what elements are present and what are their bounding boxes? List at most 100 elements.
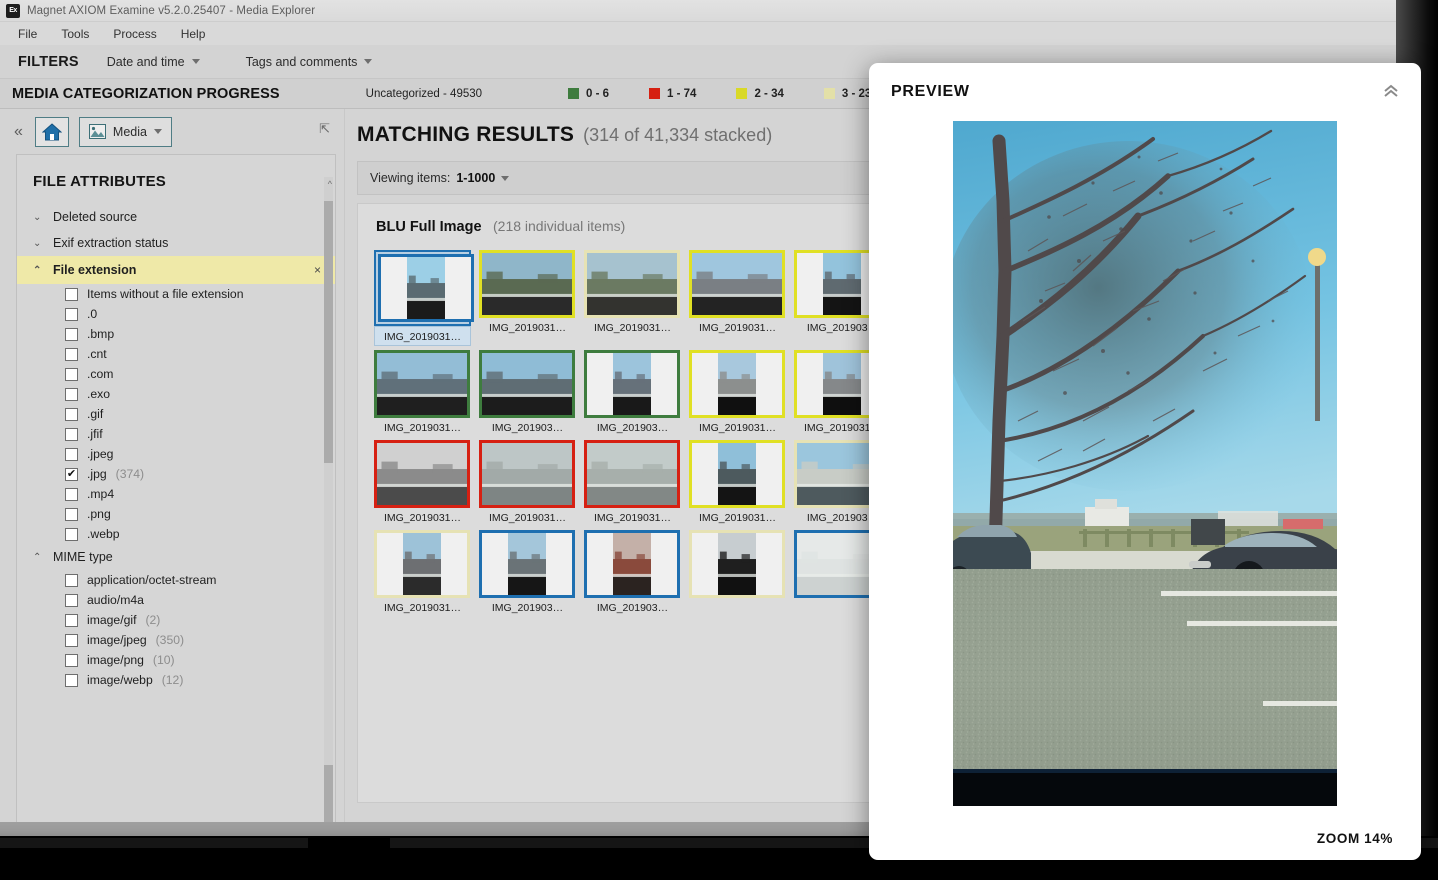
thumbnail-cell[interactable]: IMG_201903… xyxy=(471,526,576,616)
thumbnail-cell[interactable]: IMG_2019031… xyxy=(471,436,576,526)
checkbox[interactable] xyxy=(65,428,78,441)
filter-group-label: Deleted source xyxy=(53,210,137,224)
thumbnail-image[interactable] xyxy=(689,350,785,418)
filter-group-deleted-source[interactable]: ⌄Deleted source xyxy=(17,204,335,230)
thumbnail-cell[interactable]: IMG_2019031… xyxy=(681,246,786,346)
checkbox-checked[interactable] xyxy=(65,468,78,481)
filter-option-label: .com xyxy=(87,367,113,381)
thumbnail-cell[interactable]: IMG_2019031… xyxy=(366,526,471,616)
thumbnail-image[interactable] xyxy=(584,440,680,508)
legend-category-0[interactable]: 0 - 6 xyxy=(568,88,609,100)
thumbnail-cell[interactable]: IMG_201903… xyxy=(471,346,576,436)
filter-option-row[interactable]: .com xyxy=(17,364,335,384)
chevron-down-icon[interactable] xyxy=(501,176,509,181)
thumbnail-cell[interactable]: IMG_2019031… xyxy=(366,346,471,436)
filter-option-row[interactable]: .mp4 xyxy=(17,484,335,504)
filter-option-row[interactable]: Items without a file extension xyxy=(17,284,335,304)
thumbnail-cell[interactable]: IMG_201903… xyxy=(576,526,681,616)
thumbnail-image[interactable] xyxy=(584,250,680,318)
filter-group-mime-type[interactable]: ⌃MIME type xyxy=(17,544,335,570)
filter-option-row[interactable]: .jfif xyxy=(17,424,335,444)
thumbnail-image[interactable] xyxy=(479,440,575,508)
menu-item-tools[interactable]: Tools xyxy=(51,24,99,44)
checkbox[interactable] xyxy=(65,634,78,647)
filter-option-row[interactable]: .webp xyxy=(17,524,335,544)
filter-tags-and-comments-dropdown[interactable]: Tags and comments xyxy=(246,55,373,69)
thumbnail-image[interactable] xyxy=(374,440,470,508)
filter-option-row[interactable]: .jpg(374) xyxy=(17,464,335,484)
clear-filter-icon[interactable]: × xyxy=(314,263,321,277)
preview-title: PREVIEW xyxy=(891,83,970,101)
menu-item-help[interactable]: Help xyxy=(171,24,216,44)
filter-option-row[interactable]: image/gif(2) xyxy=(17,610,335,630)
thumbnail-cell[interactable]: IMG_2019031… xyxy=(681,346,786,436)
filter-option-row[interactable]: .jpeg xyxy=(17,444,335,464)
filter-option-row[interactable]: image/jpeg(350) xyxy=(17,630,335,650)
thumbnail-cell[interactable]: IMG_2019031… xyxy=(576,436,681,526)
checkbox[interactable] xyxy=(65,614,78,627)
thumbnail-image[interactable] xyxy=(374,350,470,418)
home-button[interactable] xyxy=(35,117,69,147)
thumbnail-image[interactable] xyxy=(584,350,680,418)
thumbnail-image[interactable] xyxy=(584,530,680,598)
menu-item-file[interactable]: File xyxy=(8,24,47,44)
thumbnail-cell[interactable]: IMG_2019031… xyxy=(681,436,786,526)
thumbnail-image[interactable] xyxy=(689,530,785,598)
preview-image[interactable] xyxy=(953,121,1337,806)
checkbox[interactable] xyxy=(65,594,78,607)
checkbox[interactable] xyxy=(65,388,78,401)
legend-category-3[interactable]: 3 - 23 xyxy=(824,88,871,100)
legend-category-1[interactable]: 1 - 74 xyxy=(649,88,696,100)
thumbnail-cell[interactable]: IMG_2019031… xyxy=(366,436,471,526)
menu-item-process[interactable]: Process xyxy=(103,24,166,44)
checkbox[interactable] xyxy=(65,654,78,667)
filter-option-row[interactable]: image/webp(12) xyxy=(17,670,335,690)
checkbox[interactable] xyxy=(65,408,78,421)
media-dropdown-button[interactable]: Media xyxy=(79,117,172,147)
filter-option-row[interactable]: .exo xyxy=(17,384,335,404)
thumbnail-image[interactable] xyxy=(479,350,575,418)
checkbox[interactable] xyxy=(65,328,78,341)
legend-category-2[interactable]: 2 - 34 xyxy=(736,88,783,100)
filter-date-and-time-dropdown[interactable]: Date and time xyxy=(107,55,200,69)
filter-option-row[interactable]: .png xyxy=(17,504,335,524)
checkbox[interactable] xyxy=(65,528,78,541)
filter-option-row[interactable]: .0 xyxy=(17,304,335,324)
filter-option-row[interactable]: audio/m4a xyxy=(17,590,335,610)
checkbox[interactable] xyxy=(65,308,78,321)
checkbox[interactable] xyxy=(65,574,78,587)
thumbnail-cell-selected[interactable]: IMG_2019031… xyxy=(366,246,471,346)
scroll-up-icon[interactable]: ^ xyxy=(328,179,332,189)
filter-tree: ⌄Deleted source⌄Exif extraction status⌃F… xyxy=(17,204,335,690)
thumbnail-image[interactable] xyxy=(689,440,785,508)
checkbox[interactable] xyxy=(65,508,78,521)
checkbox[interactable] xyxy=(65,674,78,687)
thumbnail-cell[interactable]: IMG_201903… xyxy=(576,346,681,436)
filter-option-row[interactable]: application/octet-stream xyxy=(17,570,335,590)
thumbnail-image[interactable] xyxy=(378,254,474,322)
pin-icon[interactable]: ⇱ xyxy=(319,121,330,137)
checkbox[interactable] xyxy=(65,368,78,381)
thumbnail-cell[interactable]: IMG_2019031… xyxy=(576,246,681,346)
thumbnail-image[interactable] xyxy=(689,250,785,318)
filter-option-row[interactable]: image/png(10) xyxy=(17,650,335,670)
filter-group-exif-extraction-status[interactable]: ⌄Exif extraction status xyxy=(17,230,335,256)
thumbnail-cell[interactable] xyxy=(681,526,786,616)
sidebar-scrollbar-thumb-lower[interactable] xyxy=(324,765,333,822)
checkbox[interactable] xyxy=(65,488,78,501)
thumbnail-image[interactable] xyxy=(374,530,470,598)
thumbnail-image[interactable] xyxy=(479,250,575,318)
checkbox[interactable] xyxy=(65,288,78,301)
filter-option-row[interactable]: .gif xyxy=(17,404,335,424)
filter-option-row[interactable]: .bmp xyxy=(17,324,335,344)
filter-option-row[interactable]: .cnt xyxy=(17,344,335,364)
legend-uncategorized[interactable]: Uncategorized - 49530 xyxy=(366,88,482,100)
sidebar-scrollbar-thumb[interactable] xyxy=(324,201,333,463)
checkbox[interactable] xyxy=(65,348,78,361)
checkbox[interactable] xyxy=(65,448,78,461)
chevron-up-double-icon[interactable] xyxy=(1383,83,1399,102)
thumbnail-cell[interactable]: IMG_2019031… xyxy=(471,246,576,346)
filter-group-file-extension[interactable]: ⌃File extension× xyxy=(17,256,335,284)
collapse-sidebar-icon[interactable]: « xyxy=(14,124,23,140)
thumbnail-image[interactable] xyxy=(479,530,575,598)
